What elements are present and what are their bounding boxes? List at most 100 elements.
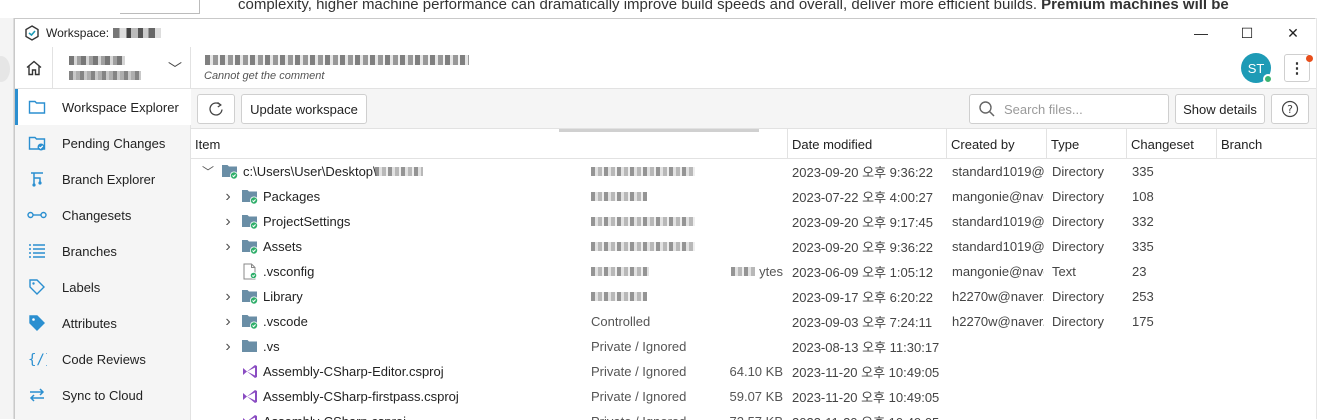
column-header-created-by[interactable]: Created by (947, 129, 1047, 159)
sidebar-item-code-reviews[interactable]: {/} Code Reviews (15, 341, 191, 377)
refresh-button[interactable] (197, 94, 235, 124)
update-workspace-button[interactable]: Update workspace (241, 94, 367, 124)
chevron-down-icon[interactable]: ﹀ (201, 159, 215, 184)
help-icon: ? (1281, 100, 1299, 118)
branch-explorer-icon (27, 169, 47, 189)
column-header-item[interactable]: Item (191, 129, 601, 159)
background-page: complexity, higher machine performance c… (0, 0, 1317, 18)
item-created-by: standard1019@g (952, 164, 1044, 179)
branch-selector[interactable]: ﹀ (53, 47, 191, 89)
item-created-by (952, 409, 1044, 420)
chevron-right-icon[interactable]: › (221, 209, 235, 234)
item-created-by (952, 359, 1044, 384)
sidebar-item-branch-explorer[interactable]: Branch Explorer (15, 161, 191, 197)
item-changeset (1132, 409, 1212, 420)
column-header-type[interactable]: Type (1047, 129, 1127, 159)
background-page-bold-text: Premium machines will be (1041, 0, 1229, 13)
item-size: ytes (759, 264, 783, 279)
sync-icon (27, 385, 47, 405)
folder-outline-icon (27, 97, 47, 117)
workspace-window: Workspace: — ☐ ✕ ﹀ Cannot get the commen… (14, 18, 1316, 420)
chevron-right-icon[interactable]: › (221, 309, 235, 334)
sidebar-item-sync-to-cloud[interactable]: Sync to Cloud (15, 377, 191, 413)
item-changeset: 335 (1132, 164, 1154, 179)
item-date-modified: 2023-09-20 오후 9:17:45 (792, 215, 934, 230)
search-files-box[interactable] (969, 94, 1169, 124)
help-button[interactable]: ? (1271, 94, 1309, 124)
sidebar-item-changesets[interactable]: Changesets (15, 197, 191, 233)
item-size (691, 234, 783, 259)
item-name: .vs (263, 339, 280, 354)
minimize-button[interactable]: — (1178, 19, 1224, 47)
item-type (1052, 359, 1124, 384)
table-row[interactable]: › Assets 2023-09-20 오후 9:36:22 standard1019… (191, 234, 1316, 259)
table-row[interactable]: ﹀ c:\Users\User\Desktop\ 2023-09-20 오후 9:3… (191, 159, 1316, 184)
item-name: Assets (263, 239, 303, 254)
chevron-right-icon[interactable]: › (221, 284, 235, 309)
column-header-branch[interactable]: Branch (1217, 129, 1316, 159)
item-size: 64.10 KB (729, 364, 784, 379)
item-type: Directory (1052, 164, 1105, 179)
folder-icon (221, 163, 239, 180)
home-button[interactable] (15, 47, 53, 89)
chevron-down-icon: ﹀ (168, 61, 182, 77)
item-changeset: 23 (1132, 264, 1147, 279)
item-name: .vsconfig (263, 264, 315, 279)
table-row[interactable]: .vsconfig ytes 2023-06-09 오후 1:05:12 mangon… (191, 259, 1316, 284)
item-date-modified: 2023-11-20 오후 10:49:05 (792, 365, 940, 380)
item-date-modified: 2023-07-22 오후 4:00:27 (792, 190, 934, 205)
item-size (691, 284, 783, 309)
item-date-modified: 2023-09-20 오후 9:36:22 (792, 240, 934, 255)
item-changeset: 335 (1132, 239, 1154, 254)
show-details-button[interactable]: Show details (1175, 94, 1265, 124)
horizontal-scroll-indicator[interactable] (559, 129, 759, 132)
table-row[interactable]: › ProjectSettings 2023-09-20 오후 9:17:45 sta… (191, 209, 1316, 234)
table-row[interactable]: › Packages 2023-07-22 오후 4:00:27 mangonie@n… (191, 184, 1316, 209)
grid-header: Item Date modified Created by Type Chang… (191, 129, 1316, 159)
table-row[interactable]: › .vs Private / Ignored 2023-08-13 오후 11:30… (191, 334, 1316, 359)
item-created-by: standard1019@g (952, 239, 1044, 254)
item-changeset (1132, 359, 1212, 384)
plastic-scm-icon (25, 25, 39, 41)
sidebar-item-branches[interactable]: Branches (15, 233, 191, 269)
background-decoration (120, 0, 200, 14)
item-size (691, 334, 783, 359)
notification-dot (1306, 55, 1313, 62)
workspace-header: ﹀ Cannot get the comment ST ⋮ (15, 47, 1316, 89)
item-type: Text (1052, 264, 1076, 279)
folder-icon (241, 188, 259, 205)
refresh-icon (209, 101, 223, 116)
item-changeset: 108 (1132, 189, 1154, 204)
close-button[interactable]: ✕ (1270, 19, 1316, 47)
table-row[interactable]: › .vscode Controlled 2023-09-03 오후 7:24:11 h… (191, 309, 1316, 334)
chevron-right-icon[interactable]: › (221, 184, 235, 209)
table-row[interactable]: Assembly-CSharp.csprojPrivate / Ignored7… (191, 409, 1316, 420)
background-page-text: complexity, higher machine performance c… (238, 0, 1229, 13)
table-row[interactable]: Assembly-CSharp-Editor.csproj Private / I… (191, 359, 1316, 384)
sidebar-item-labels[interactable]: Labels (15, 269, 191, 305)
item-size: 72.57 KB (691, 409, 784, 420)
folder-icon (241, 238, 259, 255)
maximize-button[interactable]: ☐ (1224, 19, 1270, 47)
table-row[interactable]: › Library 2023-09-17 오후 6:20:22 h2270w@nave… (191, 284, 1316, 309)
item-created-by: h2270w@naver. (952, 314, 1044, 329)
window-title: Workspace: (46, 26, 162, 40)
item-type: Directory (1052, 314, 1105, 329)
table-row[interactable]: Assembly-CSharp-firstpass.csproj Private … (191, 384, 1316, 409)
item-changeset: 253 (1132, 289, 1154, 304)
chevron-right-icon[interactable]: › (221, 334, 235, 359)
column-header-changeset[interactable]: Changeset (1127, 129, 1217, 159)
sidebar-item-attributes[interactable]: Attributes (15, 305, 191, 341)
column-header-date-modified[interactable]: Date modified (787, 129, 947, 159)
sidebar-item-label: Changesets (62, 207, 132, 223)
item-changeset: 332 (1132, 214, 1154, 229)
chevron-right-icon[interactable]: › (221, 234, 235, 259)
sidebar-item-workspace-explorer[interactable]: Workspace Explorer (15, 89, 191, 125)
search-icon (979, 101, 995, 117)
sidebar-item-pending-changes[interactable]: Pending Changes (15, 125, 191, 161)
search-files-input[interactable] (1004, 101, 1164, 117)
folder-icon (241, 213, 259, 230)
item-size (691, 184, 783, 209)
title-bar[interactable]: Workspace: — ☐ ✕ (15, 19, 1316, 47)
item-created-by: mangonie@naver (952, 189, 1044, 204)
